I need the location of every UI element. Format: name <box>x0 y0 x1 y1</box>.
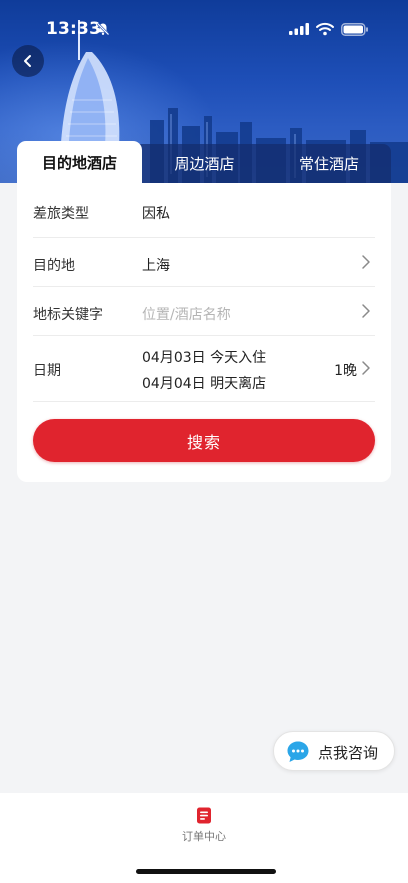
tab-nearby-hotel[interactable]: 周边酒店 <box>142 143 267 183</box>
chevron-right-icon <box>362 255 370 269</box>
tab-frequent-hotel[interactable]: 常住酒店 <box>267 143 391 183</box>
status-time: 13:33 <box>46 19 102 39</box>
checkin-date: 04月03日 今天入住 <box>142 350 267 366</box>
chevron-right-icon <box>362 361 370 375</box>
signal-icon <box>289 23 309 35</box>
bell-slash-icon <box>96 22 110 36</box>
landmark-input[interactable]: 位置/酒店名称 <box>142 304 231 324</box>
date-label: 日期 <box>33 363 61 379</box>
chevron-right-icon <box>362 304 370 318</box>
bottom-nav: 订单中心 <box>0 793 408 883</box>
consult-label: 点我咨询 <box>318 744 379 762</box>
consult-button[interactable]: 点我咨询 <box>273 731 395 771</box>
search-button[interactable]: 搜索 <box>33 419 375 462</box>
destination-value: 上海 <box>142 258 170 274</box>
tab-destination-hotel[interactable]: 目的地酒店 <box>17 141 142 183</box>
order-center-label: 订单中心 <box>182 830 226 843</box>
search-form-card: 差旅类型 因私 目的地 上海 地标关键字 位置/酒店名称 日期 04月03日 今… <box>17 183 391 482</box>
destination-row[interactable]: 目的地 上海 <box>33 238 375 287</box>
checkout-date: 04月04日 明天离店 <box>142 376 267 392</box>
home-indicator <box>136 869 276 874</box>
back-button[interactable] <box>12 45 44 77</box>
travel-type-value: 因私 <box>142 206 170 222</box>
travel-type-label: 差旅类型 <box>33 206 89 222</box>
travel-type-row[interactable]: 差旅类型 因私 <box>33 183 375 238</box>
wifi-icon <box>316 22 334 36</box>
order-center-button[interactable]: 订单中心 <box>166 807 242 847</box>
order-list-icon <box>197 807 211 824</box>
date-row[interactable]: 日期 04月03日 今天入住 04月04日 明天离店 1晚 <box>33 336 375 402</box>
landmark-row[interactable]: 地标关键字 位置/酒店名称 <box>33 287 375 336</box>
battery-icon <box>341 23 368 36</box>
chat-bubble-icon <box>287 741 309 762</box>
chevron-left-icon <box>24 55 31 67</box>
nights-count: 1晚 <box>334 363 357 379</box>
landmark-label: 地标关键字 <box>33 307 103 323</box>
destination-label: 目的地 <box>33 258 75 274</box>
status-bar: 13:33 <box>0 0 408 44</box>
hotel-tabs: 目的地酒店 周边酒店 常住酒店 <box>17 141 391 183</box>
